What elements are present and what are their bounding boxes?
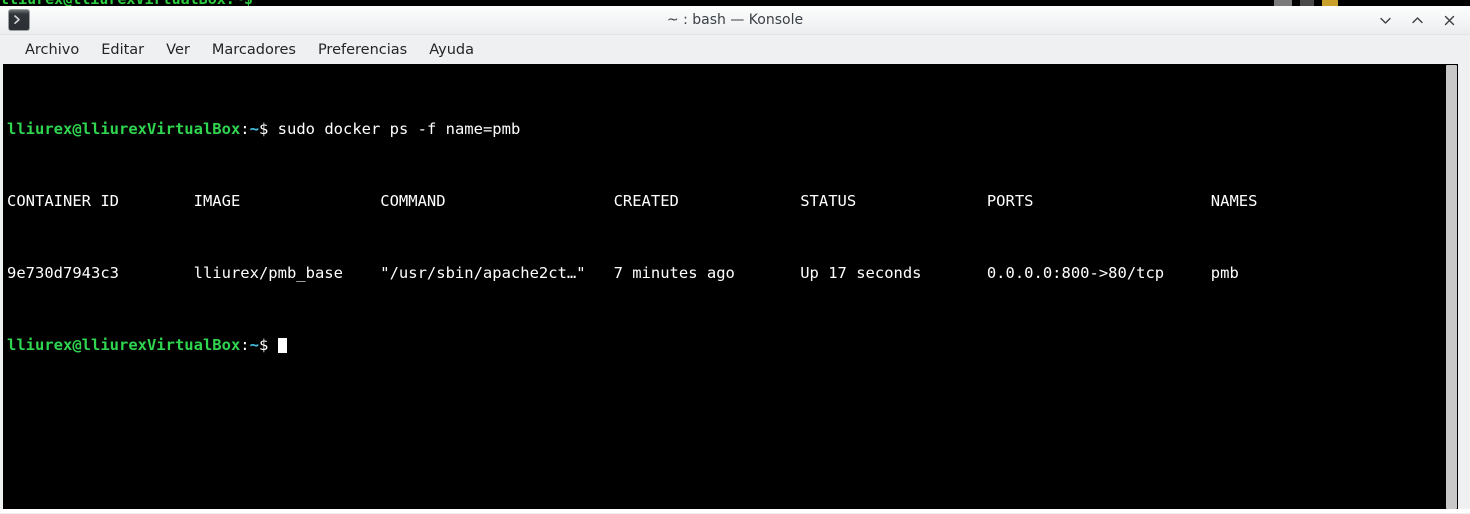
terminal-command-text: sudo docker ps -f name=pmb xyxy=(277,120,521,138)
prompt2-space xyxy=(268,336,277,354)
menu-preferencias[interactable]: Preferencias xyxy=(307,39,418,61)
window-bottom-edge xyxy=(0,509,1470,513)
terminal-line-command: lliurex@lliurexVirtualBox:~$ sudo docker… xyxy=(7,120,1442,138)
prompt-user-host: lliurex@lliurexVirtualBox xyxy=(7,120,241,138)
prompt-path: ~ xyxy=(249,120,259,138)
menu-editar[interactable]: Editar xyxy=(90,39,155,61)
window-titlebar[interactable]: ~ : bash — Konsole xyxy=(0,6,1470,35)
window-controls xyxy=(1370,6,1464,34)
prompt-separator: : xyxy=(240,120,250,138)
docker-ps-header-row: CONTAINER ID IMAGE COMMAND CREATED STATU… xyxy=(7,192,1258,210)
close-button[interactable] xyxy=(1434,7,1464,33)
minimize-button[interactable] xyxy=(1370,7,1400,33)
terminal-screen[interactable]: lliurex@lliurexVirtualBox:~$ sudo docker… xyxy=(3,64,1458,510)
prompt2-separator: : xyxy=(240,336,250,354)
menu-ver[interactable]: Ver xyxy=(155,39,201,61)
maximize-button[interactable] xyxy=(1402,7,1432,33)
prompt2-user-host: lliurex@lliurexVirtualBox xyxy=(7,336,241,354)
terminal-area: lliurex@lliurexVirtualBox:~$ sudo docker… xyxy=(0,64,1470,514)
menu-archivo[interactable]: Archivo xyxy=(14,39,90,61)
chevron-down-icon xyxy=(1379,17,1391,24)
terminal-output: lliurex@lliurexVirtualBox:~$ sudo docker… xyxy=(7,66,1442,408)
terminal-cursor xyxy=(277,338,287,353)
menu-ayuda[interactable]: Ayuda xyxy=(418,39,485,61)
docker-ps-table-row: 9e730d7943c3 lliurex/pmb_base "/usr/sbin… xyxy=(7,264,1239,282)
terminal-scrollbar-thumb[interactable] xyxy=(1446,65,1457,509)
close-x-icon xyxy=(1444,15,1454,25)
chevron-up-icon xyxy=(1411,16,1423,23)
prompt2-path: ~ xyxy=(249,336,259,354)
terminal-line-prompt: lliurex@lliurexVirtualBox:~$ xyxy=(7,336,1442,354)
terminal-scrollbar-track[interactable] xyxy=(1445,64,1458,510)
prompt2-sigil: $ xyxy=(258,336,269,354)
prompt-sigil: $ xyxy=(258,120,269,138)
konsole-window: ~ : bash — Konsole Archivo Editar Ver Ma… xyxy=(0,6,1470,514)
menu-marcadores[interactable]: Marcadores xyxy=(201,39,307,61)
menubar: Archivo Editar Ver Marcadores Preferenci… xyxy=(0,35,1470,64)
window-title: ~ : bash — Konsole xyxy=(666,12,804,28)
